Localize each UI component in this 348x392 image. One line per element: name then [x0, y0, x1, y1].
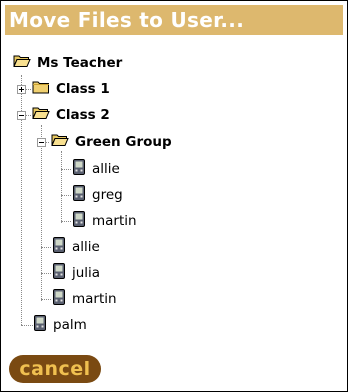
tree-node-ms-teacher[interactable]: Ms Teacher: [13, 52, 122, 74]
handheld-device-icon: [52, 237, 66, 257]
tree-node-label: allie: [72, 239, 100, 255]
collapse-toggle-green-group[interactable]: [37, 138, 46, 147]
open-folder-icon: [32, 106, 50, 124]
tree-line: [41, 125, 42, 301]
handheld-device-icon: [33, 315, 47, 335]
handheld-device-icon: [72, 159, 86, 179]
move-files-dialog: Move Files to User... Ms Teacher Class 1…: [0, 0, 348, 392]
tree-node-class1[interactable]: Class 1: [32, 78, 110, 100]
tree-line: [41, 247, 51, 248]
tree-node-user[interactable]: allie: [72, 158, 120, 180]
tree-node-user[interactable]: palm: [33, 314, 87, 336]
collapse-toggle-class2[interactable]: [17, 111, 26, 120]
tree-node-label: Ms Teacher: [37, 55, 123, 71]
tree-node-user[interactable]: martin: [52, 288, 117, 310]
handheld-device-icon: [72, 211, 86, 231]
folder-icon: [32, 80, 50, 98]
open-folder-icon: [13, 54, 31, 72]
tree-node-label: greg: [92, 187, 123, 203]
tree-line: [21, 325, 33, 326]
open-folder-icon: [51, 133, 69, 151]
tree-line: [41, 299, 51, 300]
handheld-device-icon: [72, 185, 86, 205]
tree-line: [41, 273, 51, 274]
tree-node-user[interactable]: allie: [52, 236, 100, 258]
tree-node-class2[interactable]: Class 2: [32, 104, 110, 126]
handheld-device-icon: [52, 263, 66, 283]
tree-node-label: Green Group: [75, 134, 172, 150]
tree-node-label: Class 2: [56, 107, 110, 123]
tree-node-user[interactable]: greg: [72, 184, 123, 206]
tree-node-label: Class 1: [56, 81, 110, 97]
tree-node-green-group[interactable]: Green Group: [51, 131, 172, 153]
expand-toggle-class1[interactable]: [17, 85, 26, 94]
tree-node-user[interactable]: julia: [52, 262, 100, 284]
tree-node-label: palm: [53, 317, 87, 333]
tree-line: [61, 151, 62, 223]
handheld-device-icon: [52, 289, 66, 309]
tree-line: [61, 195, 71, 196]
tree-node-label: julia: [72, 265, 101, 281]
tree-node-label: allie: [92, 161, 120, 177]
tree-line: [61, 221, 71, 222]
tree-node-label: martin: [72, 291, 117, 307]
cancel-button[interactable]: cancel: [9, 355, 101, 383]
tree-line: [61, 169, 71, 170]
tree-node-label: martin: [92, 213, 137, 229]
dialog-title: Move Files to User...: [5, 5, 343, 35]
tree-node-user[interactable]: martin: [72, 210, 137, 232]
